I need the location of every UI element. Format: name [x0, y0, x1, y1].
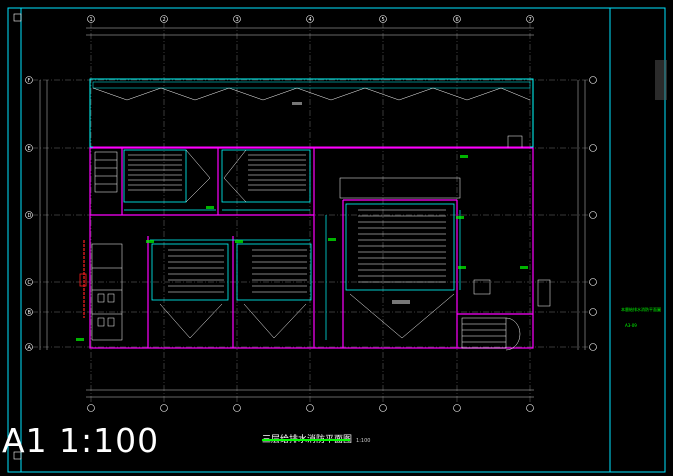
fire-hydrant-pipe	[79, 240, 87, 318]
drawing-title-block: 三层给排水消防平面图1:100	[262, 427, 370, 446]
sheet-scale-note: A1 1:100	[2, 421, 160, 460]
axis-label-left: F	[28, 78, 31, 84]
axis-label-left: E	[28, 146, 31, 152]
stairwell-right	[461, 279, 551, 351]
title-underline	[262, 439, 350, 441]
toilet-core	[91, 243, 123, 341]
drawing-title-scale: 1:100	[356, 438, 371, 444]
side-note-title: 本層給排水消防平面圖	[621, 307, 661, 312]
axis-label-left: D	[28, 213, 32, 219]
side-note-code: A3-09	[625, 323, 637, 328]
axis-label-top: 4	[309, 17, 312, 23]
axis-label-left: C	[28, 280, 32, 286]
watermark-shape	[655, 60, 667, 100]
stair-wedges	[94, 149, 247, 203]
axis-label-top: 5	[382, 17, 385, 23]
axis-label-top: 2	[163, 17, 166, 23]
axis-label-left: A	[28, 345, 32, 351]
seating-rows-upper	[128, 154, 306, 191]
lecture-room-upper	[123, 149, 311, 203]
axis-label-top: 7	[529, 17, 532, 23]
corner-marker	[13, 13, 22, 22]
roof-canopy	[89, 78, 534, 149]
lecture-room-lower	[151, 243, 312, 301]
floor-plan-drawing: 1 2 3 4 5 6 7 F E D C B A	[7, 7, 667, 473]
axis-bubbles	[25, 15, 597, 412]
axis-label-top: 3	[236, 17, 239, 23]
seating-rows-lower	[168, 249, 307, 293]
axis-label-top: 1	[90, 17, 93, 23]
sheet-outer-frame	[7, 7, 666, 473]
axis-label-left: B	[28, 310, 32, 316]
auditorium	[339, 177, 461, 339]
axis-label-top: 6	[456, 17, 459, 23]
